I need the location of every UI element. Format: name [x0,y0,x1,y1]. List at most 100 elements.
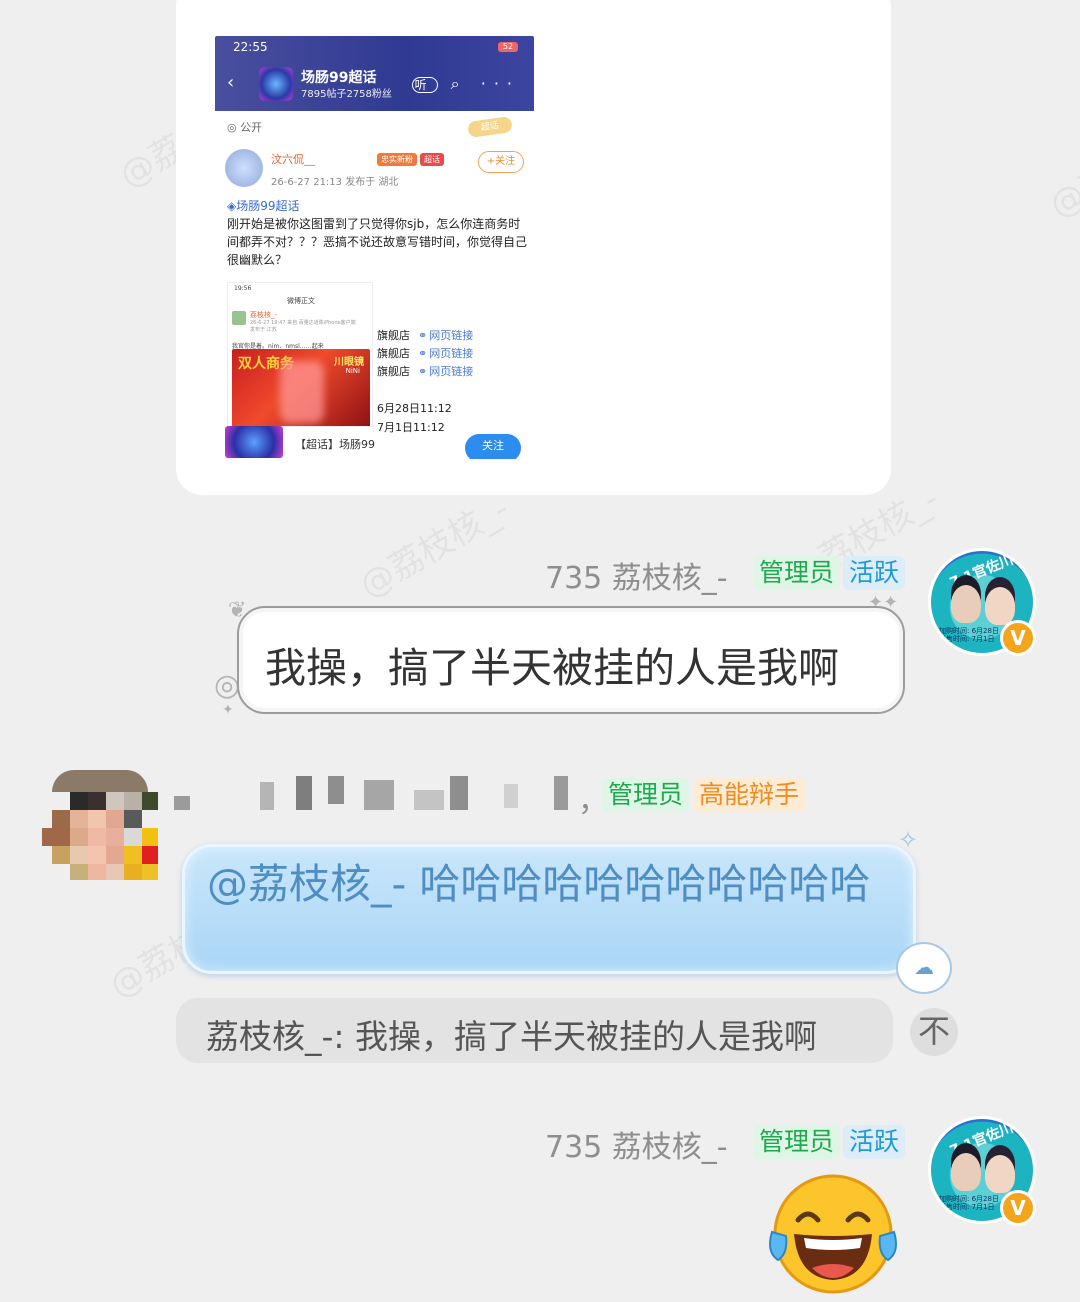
search-icon: ⌕ [450,74,468,93]
admin-badge: 管理员 [602,778,690,812]
store-link-row: 旗舰店 ⚭ 网页链接 [377,365,474,378]
inner-time: 19:56 [234,285,252,292]
blur-block [450,776,468,810]
store-link-row: 旗舰店 ⚭ 网页链接 [377,347,474,360]
follow-button: +关注 [478,151,524,173]
avatar-face [951,585,981,623]
blur-block [328,776,344,804]
post-text: 刚开始是被你这图雷到了只觉得你sjb，怎么你连商务时间都弄不对？？？恶搞不说还故… [227,217,528,267]
cloud-sticker-icon: ☁ [896,942,952,994]
blur-block [504,784,518,808]
watermark: @荔枝核_- [1042,108,1080,227]
active-badge: 活跃 [843,556,906,590]
avatar-pixel [106,828,124,846]
inner-header: 微博正文 [287,297,315,305]
message-bubble[interactable]: @荔枝核_- 哈哈哈哈哈哈哈哈哈哈哈 [182,844,916,974]
post-topic: ◈场肠99超话 [227,199,300,213]
post-author-avatar [225,149,263,187]
link-icon: ⚭ [418,365,428,378]
avatar-pixel [124,810,142,828]
blur-block [554,776,568,810]
active-badge: 活跃 [843,1125,906,1159]
quoted-reply[interactable]: 荔枝核_-: 我操，搞了半天被挂的人是我啊 [176,998,893,1063]
avatar-pixel [70,846,88,864]
sender-name[interactable]: 735 荔枝核_- [545,1122,728,1166]
jump-to-quote-button[interactable]: 不 [910,1008,958,1056]
battery-indicator: 52 [498,42,518,52]
verified-icon: V [1000,1190,1036,1226]
post-author-name: 汶六侃__ [271,153,315,166]
sparkle-icon: ✦ [222,702,234,718]
supertopic-title: 场肠99超话 [301,70,377,86]
avatar-pixel [88,810,106,828]
watermark: @荔枝核_- [352,488,516,607]
message-text: 我操，搞了半天被挂的人是我啊 [265,644,839,692]
header-icons: 听 ⌕ ··· [411,74,520,94]
avatar-face [951,1153,981,1191]
blur-block [414,790,444,810]
post-meta: 26-6-27 21:13 发布于 湖北 [271,177,399,188]
avatar-pixel [124,828,142,846]
inner-avatar [232,311,246,325]
avatar-pixel [52,846,70,864]
blur-block [260,782,274,810]
promo-sub: NiNi [345,367,360,375]
supertopic-label: 【超话】场肠99 [295,438,375,451]
avatar-pixel [106,792,124,810]
avatar-pixel [142,846,158,864]
admin-badge: 管理员 [753,556,841,590]
supertopic-avatar [259,67,293,101]
avatar-pixel [88,846,106,864]
supertopic-thumbnail [225,426,283,458]
link-icon: ⚭ [418,329,428,342]
date-line: 6月28日11:12 [377,402,452,415]
status-time: 22:55 [233,40,268,54]
avatar-pixel [106,810,124,828]
avatar-pixel [52,770,148,792]
avatar-pixel [142,828,158,846]
promo-title-2: 川眼镜 [334,357,364,368]
avatar-pixel [124,864,142,880]
avatar-info: 加购时间: 6月28日 开售时间: 7月1日 [939,627,999,643]
post-author-badges: 忠实新粉 超话 [377,153,447,166]
supertopic-bar: 【超话】场肠99 关注 [225,426,525,459]
supertopic-stats: 7895帖子2758粉丝 [301,89,392,100]
debater-badge: 高能辩手 [693,778,806,812]
back-icon: ‹ [227,72,235,93]
avatar-pixel [70,828,88,846]
more-icon: ··· [480,74,520,93]
avatar-pixel [106,864,124,880]
blur-block [364,780,394,810]
avatar-pixel [124,846,142,864]
avatar-pixel [142,792,158,810]
link-icon: ⚭ [418,347,428,360]
message-bubble[interactable]: 我操，搞了半天被挂的人是我啊 [237,606,905,714]
sender-name[interactable]: 735 荔枝核_- [545,553,728,597]
avatar[interactable] [42,770,158,880]
avatar-pixel [70,864,88,880]
avatar-pixel [88,792,106,810]
blurred-photo [280,361,324,423]
laughing-tears-emoji[interactable] [768,1172,898,1296]
avatar-pixel [124,792,142,810]
embedded-screenshot: 19:56 微博正文 荔枝核_- 26-6-27 19:47 来自 百量达道陈i… [227,282,373,427]
message-text: @荔枝核_- 哈哈哈哈哈哈哈哈哈哈哈 [207,860,871,908]
badge: 超话 [420,153,444,166]
listen-icon: 听 [411,77,438,93]
inner-meta: 26-6-27 19:47 来自 百量达道陈iPhone客户端 [250,320,356,326]
screenshot-header: 22:55 52 ‹ 场肠99超话 7895帖子2758粉丝 听 ⌕ ··· [215,36,534,111]
avatar-pixel [42,828,70,846]
shared-screenshot[interactable]: 22:55 52 ‹ 场肠99超话 7895帖子2758粉丝 听 ⌕ ··· ◎… [215,36,534,459]
inner-location: 发布于 江苏 [250,327,277,333]
avatar-pixel [88,828,106,846]
promo-image: 双人商务 川眼镜 NiNi [232,349,370,426]
avatar-pixel [106,846,124,864]
avatar-pixel [142,864,158,880]
avatar-face [985,1155,1015,1193]
supertopic-follow-button: 关注 [465,434,521,459]
quoted-text: 荔枝核_-: 我操，搞了半天被挂的人是我啊 [206,1017,818,1056]
store-links: 旗舰店 ⚭ 网页链接 旗舰店 ⚭ 网页链接 旗舰店 ⚭ 网页链接 [377,327,473,381]
avatar-info: 加购时间: 6月28日 开售时间: 7月1日 [939,1195,999,1211]
screenshot-body: ◎ 公开 超话 汶六侃__ 忠实新粉 超话 +关注 26-6-27 21:13 发… [215,111,534,459]
badge: 忠实新粉 [377,153,417,166]
